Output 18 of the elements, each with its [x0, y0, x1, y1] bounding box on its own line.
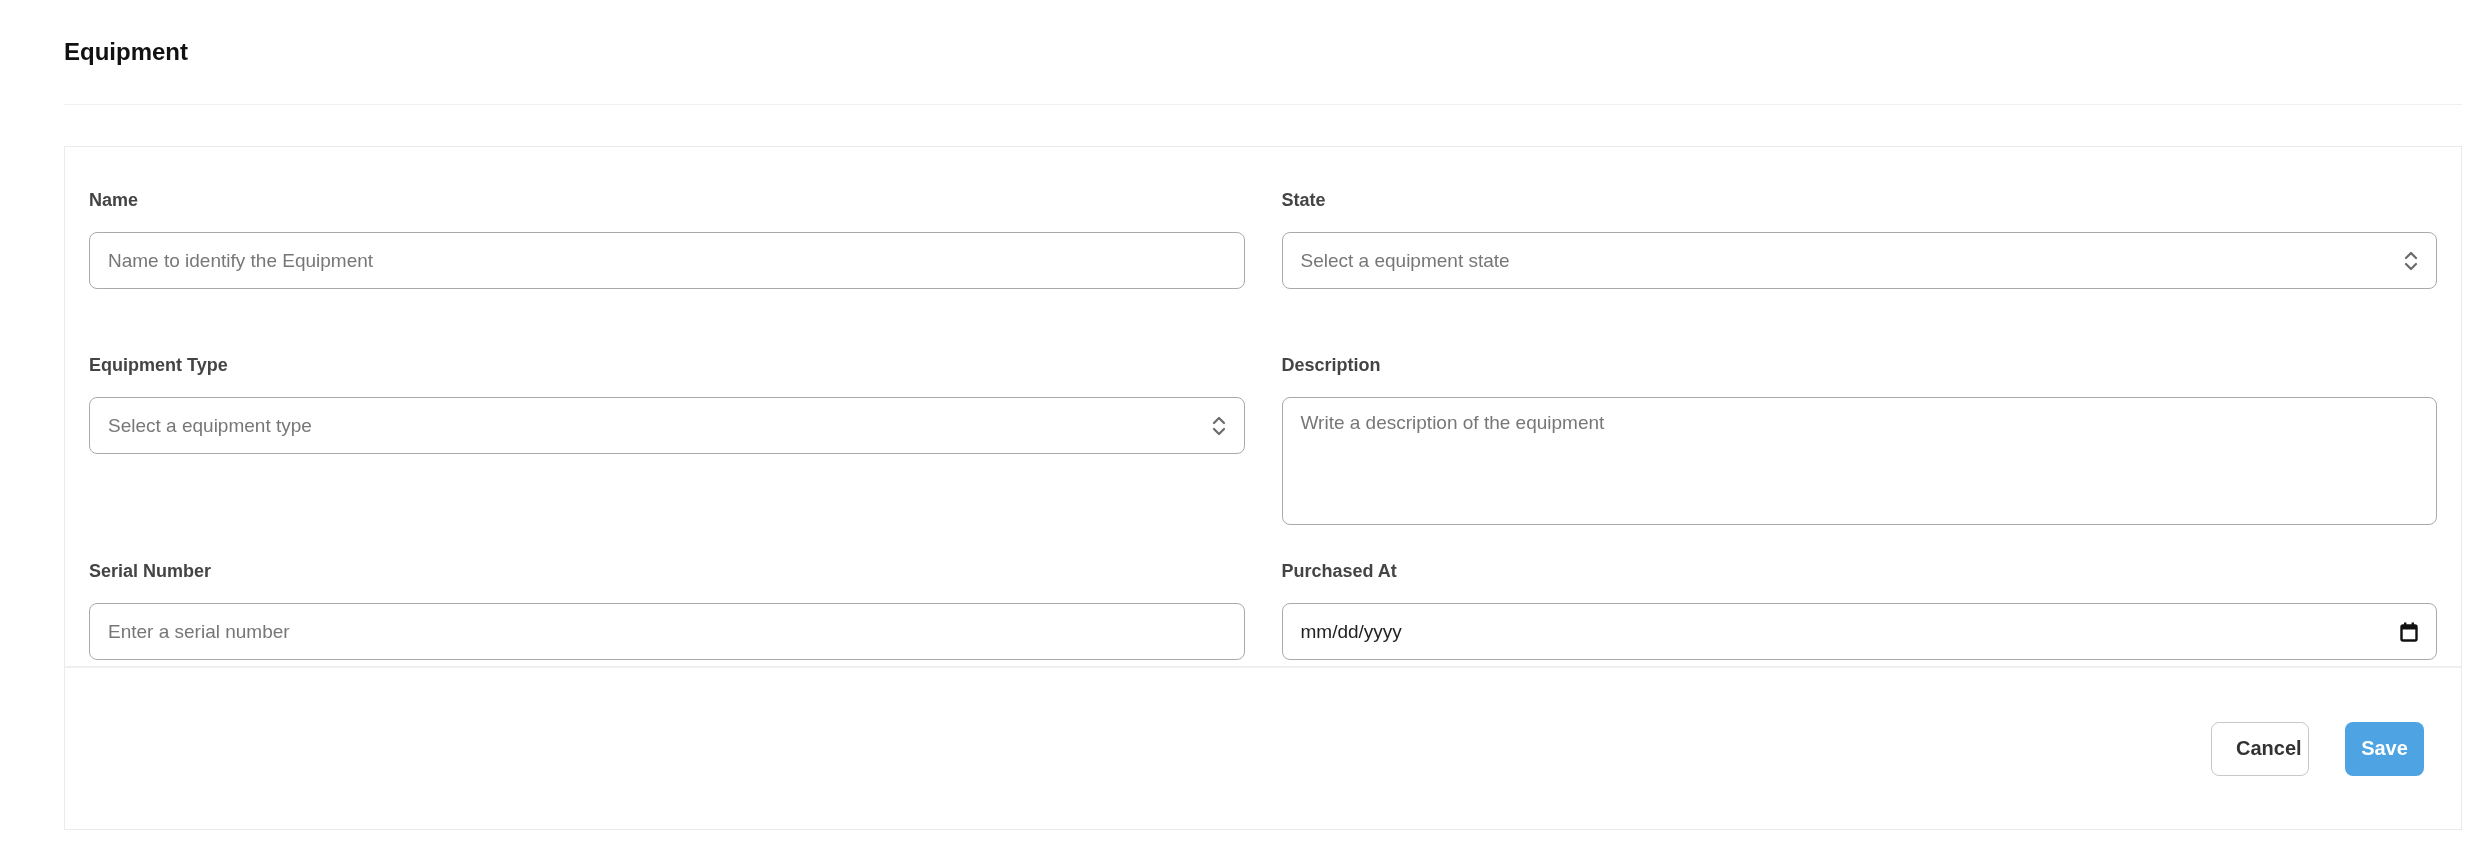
select-dropdown[interactable]: Select a equipment type: [89, 397, 1245, 454]
field-label: Name: [89, 189, 140, 212]
field-label: Serial Number: [89, 560, 213, 583]
chevron-up-down-icon: [2404, 249, 2418, 272]
field-label: Description: [1281, 354, 1382, 377]
calendar-icon[interactable]: [2400, 621, 2418, 642]
chevron-up-down-icon: [1211, 414, 1226, 437]
field-label: State: [1281, 189, 1327, 212]
field-label: Purchased At: [1281, 560, 1398, 583]
select-dropdown[interactable]: Select a equipment state: [1281, 232, 2437, 289]
cancel-button[interactable]: Cancel: [2211, 721, 2309, 776]
field-label: Equipment Type: [89, 354, 229, 377]
save-button[interactable]: Save: [2345, 721, 2424, 776]
text-field[interactable]: Enter a serial number: [89, 603, 1245, 660]
description-field[interactable]: Write a description of the equipment: [1281, 397, 2437, 525]
date-field[interactable]: mm/dd/yyyy: [1281, 603, 2437, 660]
page-title: Equipment: [64, 37, 189, 67]
text-field[interactable]: Name to identify the Equipment: [89, 232, 1245, 289]
